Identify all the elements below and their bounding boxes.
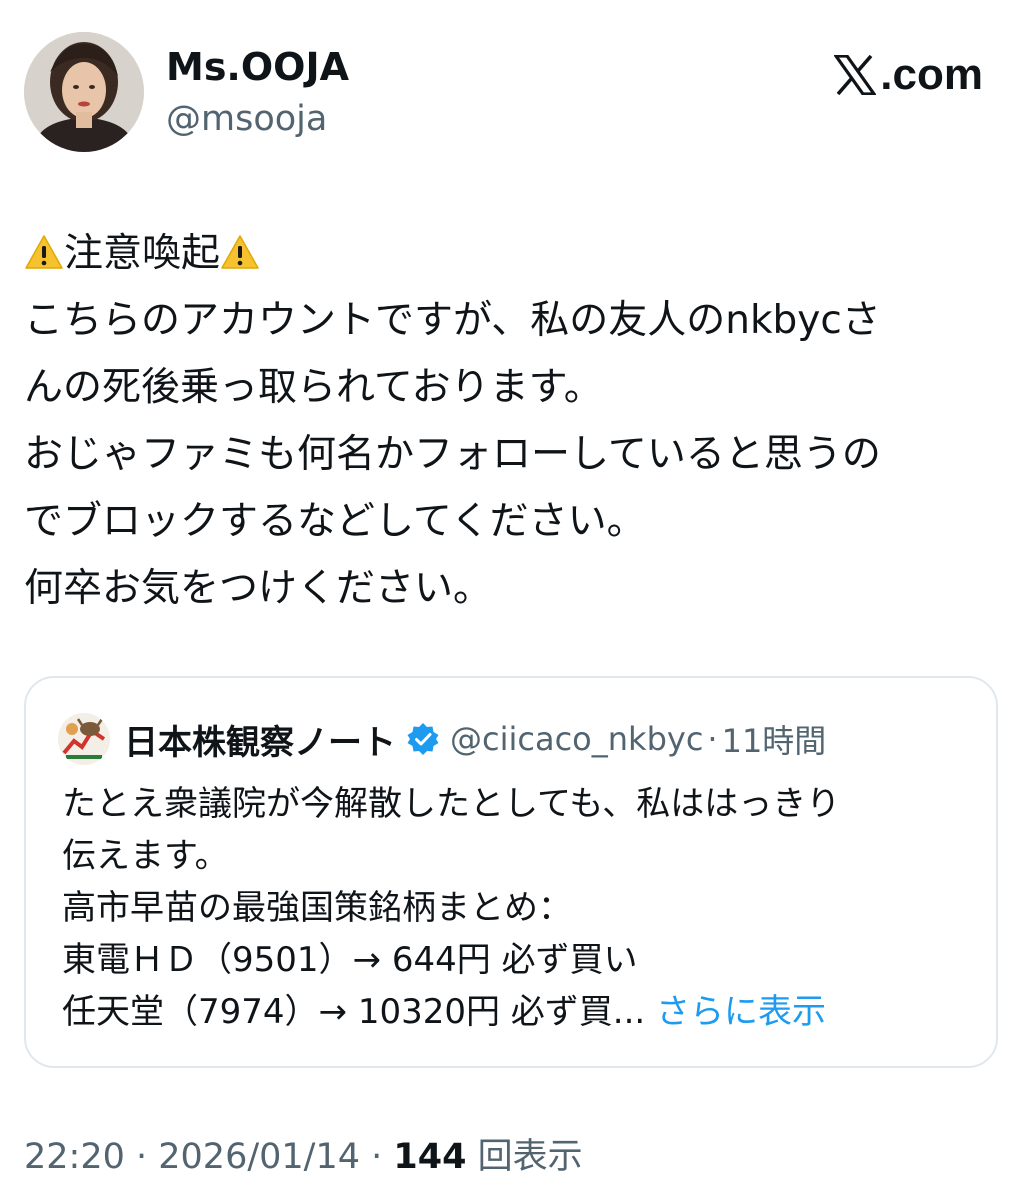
quote-line: 高市早苗の最強国策銘柄まとめ：	[62, 888, 572, 928]
views-label: 回表示	[477, 1137, 583, 1177]
author-avatar[interactable]	[24, 32, 144, 152]
warning-icon	[221, 235, 259, 269]
brand-text: .com	[880, 50, 983, 99]
quote-separator: ·	[707, 720, 718, 758]
show-more-link[interactable]: さらに表示	[656, 992, 826, 1032]
tweet-time[interactable]: 22:20	[24, 1137, 125, 1177]
quote-tweet-card[interactable]: 日本株観察ノート @ciicaco_nkbyc · 11時間 たとえ衆議院が今解…	[24, 676, 998, 1068]
verified-badge-icon	[407, 723, 439, 755]
tweet-line: こちらのアカウントですが、私の友人のnkbycさ	[24, 298, 881, 343]
x-logo-icon	[834, 55, 877, 95]
tweet-meta: 22:20 · 2026/01/14 · 144 回表示	[24, 1134, 583, 1180]
quote-author-handle[interactable]: @ciicaco_nkbyc	[450, 720, 703, 758]
quote-timestamp[interactable]: 11時間	[722, 716, 827, 762]
quote-author-name[interactable]: 日本株観察ノート	[124, 715, 396, 764]
quote-line: 東電ＨＤ（9501）→ 644円 必ず買い	[62, 940, 638, 980]
tweet-text: 注意喚起 こちらのアカウントですが、私の友人のnkbycさ んの死後乗っ取られて…	[24, 220, 1004, 622]
quote-line: たとえ衆議院が今解散したとしても、私ははっきり	[62, 784, 841, 824]
author-handle[interactable]: @msooja	[166, 98, 327, 140]
warning-icon	[25, 235, 63, 269]
tweet-line: 何卒お気をつけください。	[24, 566, 493, 611]
tweet-line: おじゃファミも何名かフォローしていると思うの	[24, 432, 881, 477]
quote-avatar[interactable]	[58, 713, 110, 765]
quote-line-truncated: 任天堂（7974）→ 10320円 必ず買...	[62, 992, 646, 1032]
brand-logo: .com	[834, 50, 983, 100]
quote-header: 日本株観察ノート @ciicaco_nkbyc · 11時間	[58, 712, 826, 766]
tweet-line-heading: 注意喚起	[24, 220, 1004, 287]
tweet-heading-text: 注意喚起	[64, 231, 221, 276]
views-count[interactable]: 144	[393, 1137, 466, 1177]
tweet-line: でブロックするなどしてください。	[24, 499, 646, 544]
quote-line-last: 任天堂（7974）→ 10320円 必ず買... さらに表示	[62, 986, 972, 1038]
meta-separator: ·	[124, 1137, 159, 1177]
tweet-date[interactable]: 2026/01/14	[158, 1137, 360, 1177]
quote-text: たとえ衆議院が今解散したとしても、私ははっきり 伝えます。 高市早苗の最強国策銘…	[62, 778, 972, 1038]
author-display-name[interactable]: Ms.OOJA	[166, 44, 349, 90]
tweet-line: んの死後乗っ取られております。	[24, 365, 603, 410]
quote-line: 伝えます。	[62, 836, 229, 876]
meta-separator: ·	[360, 1137, 394, 1177]
